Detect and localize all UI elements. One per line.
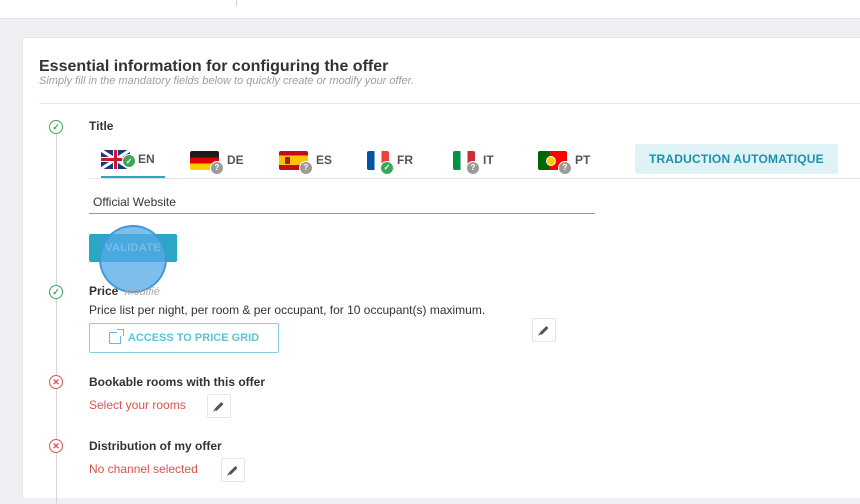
edit-distribution-button[interactable] [221,458,245,482]
italy-flag-icon: ? [453,150,480,175]
top-bar [0,0,860,19]
card-subtitle: Simply fill in the mandatory fields belo… [39,75,414,87]
title-input[interactable] [89,191,595,214]
france-flag-icon: ✓ [367,150,394,175]
pencil-icon [214,401,224,411]
card-title: Essential information for configuring th… [39,58,389,75]
portugal-flag-icon: ? [538,150,572,175]
tab-lang-es[interactable]: ? ES [279,142,332,178]
tab-label: ES [316,153,333,167]
price-step-label: Price Modifié [89,284,160,298]
question-badge-icon: ? [210,160,224,175]
question-badge-icon: ? [466,160,480,175]
rooms-step-label: Bookable rooms with this offer [89,375,266,389]
tab-label: IT [483,153,494,167]
question-badge-icon: ? [299,160,313,175]
external-link-icon [108,329,124,344]
question-badge-icon: ? [558,160,572,175]
error-circle-icon: ✕ [49,439,63,453]
tab-label: EN [138,152,155,166]
tab-lang-pt[interactable]: ? PT [538,142,590,178]
tab-lang-it[interactable]: ? IT [453,142,494,178]
spain-flag-icon: ? [279,150,313,175]
distribution-step-label: Distribution of my offer [89,439,222,453]
language-tabs: ✓ EN ? DE ? ES ✓ FR ? IT ? PT TRADUCTION… [89,142,860,179]
check-badge-icon: ✓ [122,154,136,168]
pencil-icon [539,325,549,335]
error-circle-icon: ✕ [49,375,63,389]
germany-flag-icon: ? [190,150,224,175]
select-rooms-link[interactable]: Select your rooms [89,398,186,412]
access-price-grid-button[interactable]: ACCESS TO PRICE GRID [89,323,279,353]
modified-tag: Modifié [124,286,160,298]
tab-label: FR [397,153,413,167]
price-description: Price list per night, per room & per occ… [89,303,486,317]
no-channel-link[interactable]: No channel selected [89,462,198,476]
check-badge-icon: ✓ [380,160,394,175]
pencil-icon [228,465,238,475]
edit-rooms-button[interactable] [207,394,231,418]
check-circle-icon: ✓ [49,120,63,134]
click-indicator [99,225,167,293]
tab-lang-fr[interactable]: ✓ FR [367,142,413,178]
tab-label: PT [575,153,591,167]
offer-config-card: Essential information for configuring th… [22,37,860,504]
edit-price-button[interactable] [532,318,556,342]
tab-lang-en[interactable]: ✓ EN [101,142,165,178]
auto-translate-button[interactable]: TRADUCTION AUTOMATIQUE [635,144,838,174]
price-grid-label: ACCESS TO PRICE GRID [127,332,260,344]
tab-lang-de[interactable]: ? DE [190,142,244,178]
title-step-label: Title [89,119,114,133]
tab-label: DE [227,153,244,167]
divider [39,103,860,104]
check-circle-icon: ✓ [49,285,63,299]
price-label: Price [89,284,119,298]
breadcrumb-separator [236,0,237,6]
